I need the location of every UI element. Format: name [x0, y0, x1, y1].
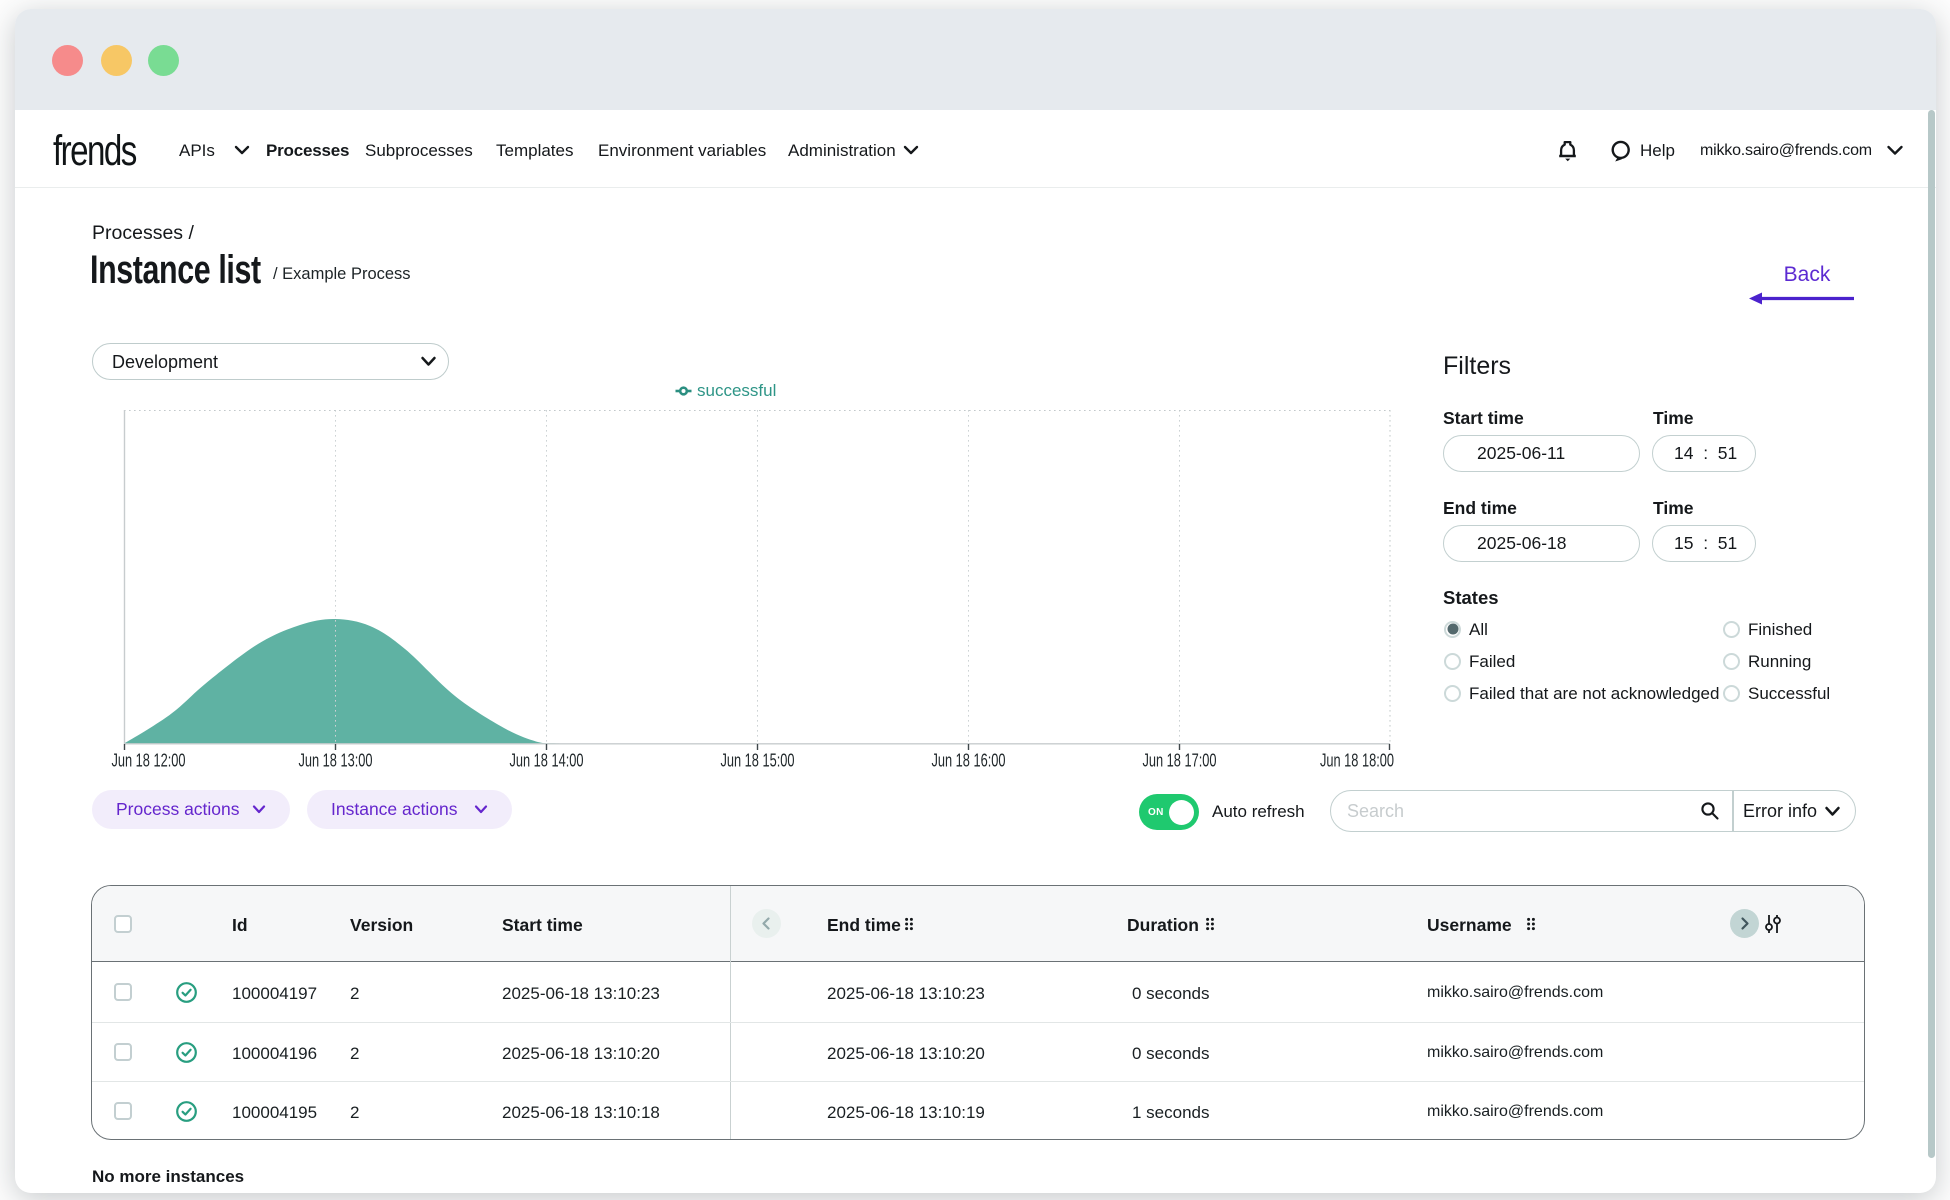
svg-text:Jun 18 15:00: Jun 18 15:00	[721, 751, 795, 771]
svg-text:Jun 18 12:00: Jun 18 12:00	[112, 751, 186, 771]
svg-text:Jun 18 18:00: Jun 18 18:00	[1320, 751, 1394, 771]
svg-text:Jun 18 13:00: Jun 18 13:00	[299, 751, 373, 771]
svg-text:Jun 18 17:00: Jun 18 17:00	[1143, 751, 1217, 771]
svg-text:Jun 18 16:00: Jun 18 16:00	[932, 751, 1006, 771]
svg-text:Jun 18 14:00: Jun 18 14:00	[510, 751, 584, 771]
